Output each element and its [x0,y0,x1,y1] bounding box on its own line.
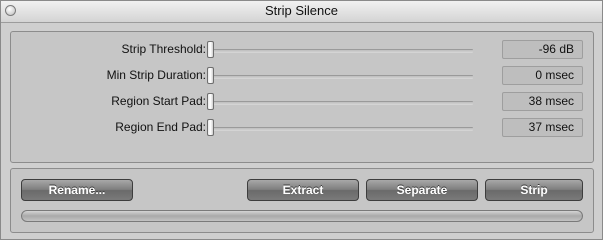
region-start-pad-slider[interactable] [208,101,473,105]
region-end-pad-slider-thumb[interactable] [207,119,214,136]
window-title: Strip Silence [265,3,338,18]
strip-threshold-label: Strip Threshold: [121,42,207,56]
region-end-pad-row: Region End Pad: 37 msec [11,117,593,139]
min-strip-duration-slider[interactable] [208,75,473,79]
strip-threshold-value[interactable]: -96 dB [502,40,583,59]
min-strip-duration-slider-thumb[interactable] [207,67,214,84]
region-start-pad-label: Region Start Pad: [111,94,206,108]
region-end-pad-label: Region End Pad: [115,120,206,134]
region-end-pad-value[interactable]: 37 msec [502,118,583,137]
strip-button[interactable]: Strip [485,179,583,201]
strip-silence-window: Strip Silence Strip Threshold: -96 dB Mi… [0,0,603,240]
rename-button[interactable]: Rename... [21,179,133,201]
min-strip-duration-label: Min Strip Duration: [106,68,206,82]
parameters-panel: Strip Threshold: -96 dB Min Strip Durati… [10,31,594,163]
separate-button[interactable]: Separate [366,179,478,201]
title-bar[interactable]: Strip Silence [1,1,602,23]
region-start-pad-slider-thumb[interactable] [207,93,214,110]
extract-button[interactable]: Extract [247,179,359,201]
region-start-pad-value[interactable]: 38 msec [502,92,583,111]
region-end-pad-slider[interactable] [208,127,473,131]
min-strip-duration-value[interactable]: 0 msec [502,66,583,85]
region-start-pad-row: Region Start Pad: 38 msec [11,91,593,113]
strip-threshold-row: Strip Threshold: -96 dB [11,39,593,61]
actions-panel: Rename... Extract Separate Strip [10,168,594,233]
strip-threshold-slider[interactable] [208,49,473,53]
strip-threshold-slider-thumb[interactable] [207,41,214,58]
progress-bar [21,210,583,222]
min-strip-duration-row: Min Strip Duration: 0 msec [11,65,593,87]
